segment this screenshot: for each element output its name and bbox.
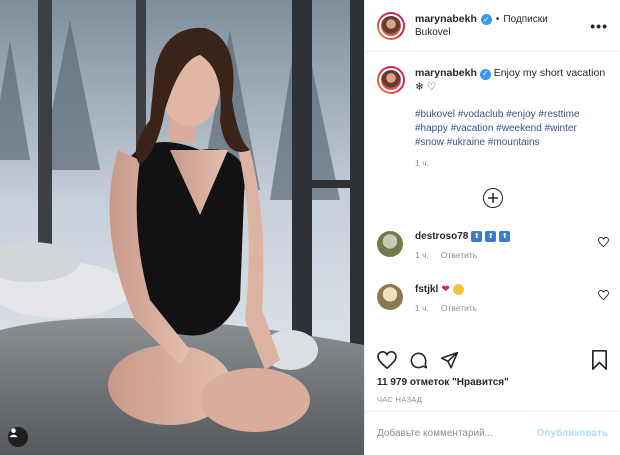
photo-illustration: [0, 0, 364, 455]
comment-item: destroso78 ⬆ ⬆ ⬆ 1 ч. Ответить: [377, 231, 609, 260]
post-location[interactable]: Bukovel: [415, 26, 590, 39]
heart-outline-emoji-icon: ♡: [426, 81, 437, 93]
comment-timestamp: 1 ч.: [415, 250, 429, 260]
comment-username[interactable]: fstjkl: [415, 284, 438, 295]
post-header: marynabekh ✓ • Подписки Bukovel •••: [365, 0, 620, 52]
red-heart-emoji-icon: ❤: [441, 284, 450, 295]
plus-circle-icon[interactable]: [483, 188, 503, 208]
separator-dot: •: [495, 13, 500, 25]
comment-input[interactable]: [377, 428, 537, 439]
author-avatar[interactable]: [377, 11, 405, 40]
reply-button[interactable]: Ответить: [441, 303, 477, 313]
comment-item: fstjkl ❤ 1 ч. Ответить: [377, 284, 609, 313]
user-icon: [9, 428, 18, 438]
more-options-icon[interactable]: •••: [590, 18, 608, 34]
reply-button[interactable]: Ответить: [441, 250, 477, 260]
author-username[interactable]: marynabekh: [415, 13, 477, 26]
emoji-icon: ⬆: [485, 231, 497, 242]
heart-icon: [377, 351, 397, 369]
heart-icon[interactable]: [598, 290, 609, 300]
like-button[interactable]: [377, 351, 397, 369]
share-button[interactable]: [440, 351, 459, 370]
publish-button[interactable]: Опубликовать: [537, 428, 608, 439]
post-timestamp: ЧАС НАЗАД: [377, 395, 423, 404]
likes-count[interactable]: 11 979 отметок "Нравится": [377, 377, 509, 388]
verified-badge-icon: ✓: [479, 68, 491, 80]
heart-icon[interactable]: [598, 237, 609, 247]
add-comment-form: Опубликовать: [365, 411, 620, 455]
heart-eyes-emoji-icon: [452, 284, 464, 295]
follow-status-button[interactable]: Подписки: [503, 13, 547, 26]
tagged-account-button[interactable]: [8, 427, 28, 447]
bookmark-icon: [591, 350, 607, 370]
verified-badge-icon: ✓: [480, 13, 492, 25]
author-meta: marynabekh ✓ • Подписки Bukovel: [415, 13, 590, 39]
emoji-icon: ⬆: [471, 231, 483, 242]
comment-avatar[interactable]: [377, 284, 403, 310]
caption-timestamp: 1 ч.: [415, 158, 429, 168]
instagram-post: marynabekh ✓ • Подписки Bukovel ••• mary…: [0, 0, 620, 455]
comment-avatar[interactable]: [377, 231, 403, 257]
snowflake-icon: ❄: [415, 81, 424, 93]
save-button[interactable]: [591, 350, 608, 370]
caption-hashtags[interactable]: #bukovel #vodaclub #enjoy #resttime #hap…: [415, 108, 608, 150]
comment-icon: [410, 352, 428, 368]
caption-username[interactable]: marynabekh: [415, 67, 477, 79]
share-icon: [440, 351, 459, 368]
post-caption: marynabekh ✓ Enjoy my short vacation ❄ ♡: [365, 52, 620, 94]
comment-timestamp: 1 ч.: [415, 303, 429, 313]
post-side-panel: marynabekh ✓ • Подписки Bukovel ••• mary…: [364, 0, 620, 455]
caption-avatar[interactable]: [377, 66, 405, 94]
post-photo[interactable]: [0, 0, 364, 455]
emoji-icon: ⬆: [499, 231, 511, 242]
comment-username[interactable]: destroso78: [415, 231, 468, 242]
caption-text: Enjoy my short vacation: [493, 67, 606, 79]
plus-icon: [488, 193, 498, 203]
post-actions-bar: [377, 348, 608, 372]
comment-button[interactable]: [409, 351, 428, 370]
